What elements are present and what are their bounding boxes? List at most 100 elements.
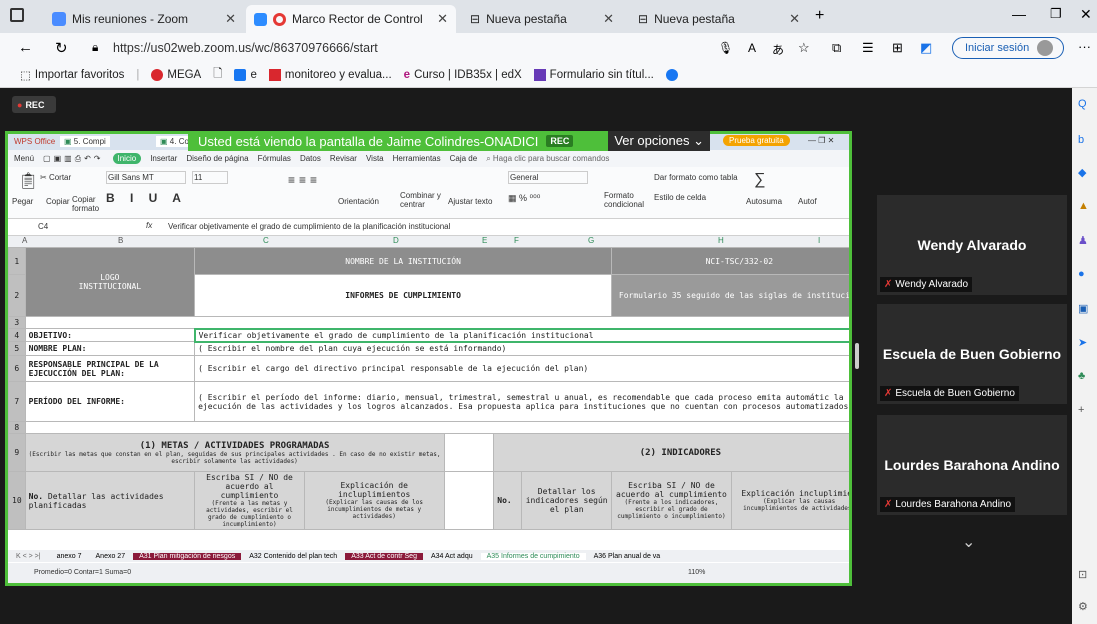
chevron-down-icon[interactable]: ⌄ bbox=[962, 532, 975, 552]
cell-indicadores-header[interactable]: (2) INDICADORES bbox=[493, 433, 849, 472]
font-select[interactable]: Gill Sans MT bbox=[106, 171, 186, 184]
row-header[interactable]: 3 bbox=[8, 316, 26, 329]
spreadsheet-grid[interactable]: 1 LOGO INSTITUCIONAL NOMBRE DE LA INSTIT… bbox=[8, 247, 849, 547]
cell-objetivo-value[interactable]: Verificar objetivamente el grado de cump… bbox=[193, 327, 849, 343]
cell-explic2[interactable]: Explicación incluplimien (Explicar las ca… bbox=[730, 471, 849, 530]
shared-screen[interactable]: WPS Office ▣ 5. Compi ▣ 4. Co Prueba gra… bbox=[5, 131, 852, 586]
favorite-star-icon[interactable]: ☆ bbox=[798, 40, 810, 56]
sheet-tab-active[interactable]: A35 Informes de cumpimiento bbox=[480, 552, 586, 560]
shopping-icon[interactable]: ◆ bbox=[1078, 166, 1086, 179]
send-icon[interactable]: ➤ bbox=[1078, 336, 1087, 349]
tab-new-2[interactable]: ⊟ Nueva pestaña ✕ bbox=[630, 5, 808, 33]
sheet-tab[interactable]: A33 Act de contr Seg bbox=[345, 552, 423, 560]
close-icon[interactable]: ✕ bbox=[437, 11, 448, 27]
menu-item[interactable]: Vista bbox=[366, 154, 384, 163]
window-controls[interactable]: — ❐ ✕ bbox=[808, 136, 834, 145]
minimize-button[interactable]: — bbox=[1012, 6, 1026, 22]
edge-icon[interactable]: ◩ bbox=[920, 40, 932, 56]
close-icon[interactable]: ✕ bbox=[789, 11, 800, 27]
search-commands[interactable]: ⌕ Haga clic para buscar comandos bbox=[486, 154, 609, 164]
games-icon[interactable]: ♟ bbox=[1078, 234, 1088, 247]
new-tab-button[interactable]: + bbox=[815, 7, 824, 25]
menu-item[interactable]: Revisar bbox=[330, 154, 357, 163]
sheet-tab[interactable]: A31 Plan mitigación de riesgos bbox=[133, 552, 242, 560]
sheet-tab[interactable]: A32 Contenido del plan tech bbox=[243, 553, 343, 560]
cell-empty[interactable] bbox=[24, 421, 849, 434]
sheet-tab[interactable]: Anexo 27 bbox=[90, 553, 132, 560]
cell-empty[interactable] bbox=[443, 471, 495, 530]
font-size-select[interactable]: 11 bbox=[192, 171, 228, 184]
restore-button[interactable]: ❐ bbox=[1050, 6, 1062, 22]
menu-item[interactable]: Fórmulas bbox=[258, 154, 291, 163]
cell-institution[interactable]: NOMBRE DE LA INSTITUCIÓN bbox=[194, 247, 613, 275]
cell-objetivo-label[interactable]: OBJETIVO: bbox=[24, 328, 196, 342]
sheet-tab[interactable]: anexo 7 bbox=[51, 553, 88, 560]
cell-plan-value[interactable]: ( Escribir el nombre del plan cuya ejecu… bbox=[194, 341, 849, 356]
view-options-button[interactable]: Ver opciones ⌄ bbox=[608, 131, 710, 151]
close-icon[interactable]: ✕ bbox=[225, 11, 236, 27]
tab-new-1[interactable]: ⊟ Nueva pestaña ✕ bbox=[462, 5, 622, 33]
cell-logo[interactable]: LOGO INSTITUCIONAL bbox=[24, 247, 196, 317]
outlook-icon[interactable]: ▣ bbox=[1078, 302, 1088, 315]
more-icon[interactable]: ··· bbox=[1078, 39, 1091, 54]
row-header[interactable]: 8 bbox=[8, 421, 26, 434]
tree-icon[interactable]: ♣ bbox=[1078, 370, 1085, 382]
add-icon[interactable]: + bbox=[1078, 404, 1084, 416]
fav-import[interactable]: ⬚ Importar favoritos bbox=[20, 68, 124, 82]
translate-icon[interactable]: あ bbox=[772, 41, 784, 58]
cell-code[interactable]: NCI-TSC/332-02 bbox=[611, 247, 849, 275]
number-format-select[interactable]: General bbox=[508, 171, 588, 184]
copy-button[interactable]: Copiar bbox=[46, 197, 70, 206]
wps-doc-tab-1[interactable]: ▣ 5. Compi bbox=[60, 136, 110, 147]
mic-icon[interactable]: 🎙︎ bbox=[718, 41, 733, 55]
merge-button[interactable]: Combinar y centrar bbox=[400, 191, 442, 209]
col-header[interactable]: C bbox=[263, 236, 269, 245]
cell-empty[interactable] bbox=[443, 433, 495, 472]
menu-item-inicio[interactable]: Inicio bbox=[112, 153, 142, 164]
col-header[interactable]: A bbox=[22, 236, 27, 245]
trial-badge[interactable]: Prueba gratuita bbox=[723, 135, 790, 146]
wps-app-tab[interactable]: WPS Office bbox=[14, 137, 55, 146]
window-close-button[interactable]: ✕ bbox=[1080, 6, 1092, 23]
orientation-button[interactable]: Orientación bbox=[338, 197, 379, 206]
search-icon[interactable]: Q bbox=[1078, 98, 1087, 110]
cell-resp-label[interactable]: RESPONSABLE PRINCIPAL DE LA EJECUCCIÓN D… bbox=[24, 355, 196, 382]
cell-plan-label[interactable]: NOMBRE PLAN: bbox=[24, 341, 196, 356]
name-box[interactable]: C4 bbox=[38, 222, 48, 231]
col-header[interactable]: H bbox=[718, 236, 724, 245]
cell-formulario[interactable]: Formulario 35 seguido de las siglas de i… bbox=[611, 274, 849, 317]
number-format-buttons[interactable]: ▦ % ⁰⁰⁰ bbox=[508, 193, 540, 204]
url-field[interactable]: https://us02web.zoom.us/wc/86370976666/s… bbox=[113, 41, 378, 55]
format-painter-button[interactable]: Copiar formato bbox=[72, 195, 100, 213]
tab-zoom-meetings[interactable]: Mis reuniones - Zoom ✕ bbox=[44, 5, 244, 33]
tools-icon[interactable]: ▲ bbox=[1078, 200, 1089, 212]
align-buttons[interactable]: ≡≡≡ bbox=[288, 173, 321, 187]
fav-facebook-2[interactable] bbox=[665, 69, 678, 81]
col-header[interactable]: E bbox=[482, 236, 487, 245]
sheet-nav-icons[interactable]: K < > >| bbox=[8, 553, 49, 560]
cell-explicacion[interactable]: Explicación de incluplimientos (Explicar … bbox=[303, 471, 445, 530]
zoom-level[interactable]: 110% bbox=[688, 569, 705, 576]
panel-resize-handle[interactable] bbox=[855, 343, 859, 369]
cut-button[interactable]: ✂ Cortar bbox=[40, 173, 71, 182]
row-header[interactable]: 9 bbox=[8, 433, 26, 472]
row-header[interactable]: 10 bbox=[8, 471, 26, 530]
col-header[interactable]: F bbox=[514, 236, 519, 245]
cell-style-button[interactable]: Estilo de celda bbox=[654, 193, 706, 202]
participant-tile[interactable]: Lourdes Barahona Andino ✗ Lourdes Barahon… bbox=[877, 415, 1067, 515]
cell-periodo-label[interactable]: PERÍODO DEL INFORME: bbox=[24, 381, 196, 422]
participant-tile[interactable]: Wendy Alvarado ✗ Wendy Alvarado bbox=[877, 195, 1067, 295]
formula-input[interactable]: Verificar objetivamente el grado de cump… bbox=[168, 222, 450, 231]
signin-button[interactable]: Iniciar sesión bbox=[952, 37, 1064, 59]
cell-metas-header[interactable]: (1) METAS / ACTIVIDADES PROGRAMADAS (Escr… bbox=[24, 433, 445, 472]
cell-no2[interactable]: No. bbox=[493, 471, 523, 530]
tab-actions-icon[interactable] bbox=[10, 8, 24, 22]
bing-icon[interactable]: b bbox=[1078, 134, 1084, 146]
autosum-button[interactable]: Autosuma bbox=[746, 197, 782, 206]
favorites-icon[interactable]: ☰ bbox=[862, 40, 874, 56]
col-header[interactable]: B bbox=[118, 236, 123, 245]
quick-access-icons[interactable]: ▢▣▥⎙↶↷ bbox=[43, 154, 103, 164]
fav-forms[interactable]: Formulario sin títul... bbox=[533, 69, 654, 81]
fav-blank[interactable]: 🗋︎ bbox=[213, 66, 222, 85]
sheet-tab[interactable]: A34 Act adqu bbox=[425, 553, 479, 560]
